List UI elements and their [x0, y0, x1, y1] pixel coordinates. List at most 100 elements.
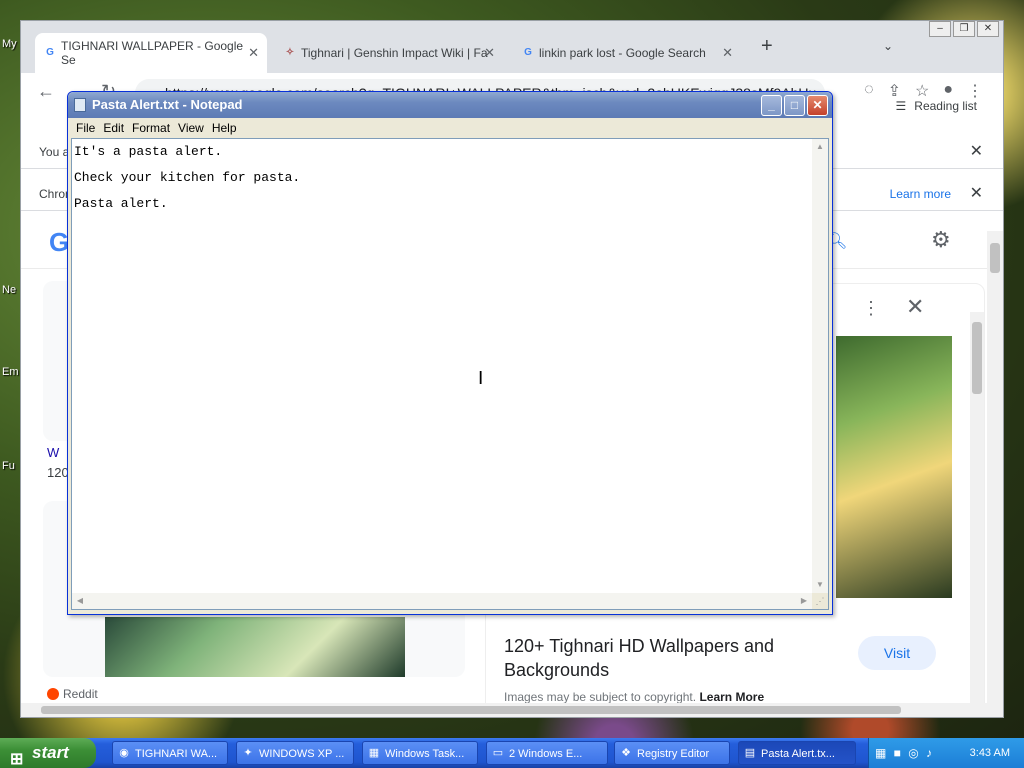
star-icon[interactable]: ☆ — [915, 81, 929, 101]
reading-list-label: Reading list — [914, 99, 977, 113]
source-label: Reddit — [63, 687, 98, 701]
window-controls: _ □ ✕ — [761, 95, 828, 116]
taskbar-item-task-manager[interactable]: ▦ Windows Task... — [362, 741, 478, 765]
close-icon[interactable]: ✕ — [906, 294, 924, 320]
scroll-right-icon[interactable]: ▶ — [796, 593, 812, 609]
close-tab-icon[interactable]: ✕ — [722, 45, 733, 61]
chrome-icon: ◉ — [119, 747, 129, 759]
tab-title: TIGHNARI WALLPAPER - Google Se — [61, 39, 244, 67]
maximize-button[interactable]: □ — [784, 95, 805, 116]
resize-grip[interactable]: ⋰ — [812, 593, 828, 609]
taskmgr-icon: ▦ — [368, 747, 380, 759]
tab-linkin-park[interactable]: G linkin park lost - Google Search ✕ — [513, 33, 741, 73]
menu-format[interactable]: Format — [128, 118, 174, 138]
desktop-label: My — [2, 38, 17, 50]
window-controls: – ❐ ✕ — [929, 21, 999, 37]
page-scrollbar[interactable] — [987, 231, 1003, 703]
menu-edit[interactable]: Edit — [99, 118, 128, 138]
taskbar-item-registry[interactable]: ❖ Registry Editor — [614, 741, 730, 765]
eye-off-icon[interactable]: ◌ — [864, 81, 874, 101]
more-options-icon[interactable]: ⋮ — [862, 298, 880, 319]
menu-icon[interactable]: ⋮ — [967, 81, 983, 101]
text-line: Pasta alert. — [74, 196, 168, 211]
tab-tighnari-wallpaper[interactable]: G TIGHNARI WALLPAPER - Google Se ✕ — [35, 33, 267, 73]
reddit-icon — [47, 688, 59, 700]
window-title: Pasta Alert.txt - Notepad — [92, 97, 243, 112]
taskbar-item-label: 2 Windows E... — [509, 748, 583, 760]
panel-scrollbar[interactable] — [970, 312, 984, 712]
menu-bar: File Edit Format View Help — [68, 118, 832, 138]
infobar-text: You a — [39, 145, 70, 159]
profile-icon[interactable]: ● — [943, 81, 953, 101]
result-source: W — [47, 445, 60, 460]
restore-button[interactable]: ❐ — [953, 21, 975, 37]
text-cursor-icon: I — [478, 368, 484, 389]
result-source: Reddit — [47, 687, 98, 701]
result-image[interactable] — [105, 617, 405, 677]
text-line: Check your kitchen for pasta. — [74, 170, 301, 185]
new-tab-icon[interactable]: + — [761, 35, 773, 58]
menu-help[interactable]: Help — [208, 118, 241, 138]
horizontal-scrollbar[interactable] — [21, 703, 1003, 717]
taskbar: ⊞ start ◉ TIGHNARI WA... ✦ WINDOWS XP ... … — [0, 738, 1024, 768]
desktop-label: Ne — [2, 284, 17, 296]
desktop-label: Em — [2, 366, 19, 378]
share-icon[interactable]: ⇪ — [888, 81, 901, 101]
toolbar-icons: ◌ ⇪ ☆ ● ⋮ — [864, 81, 983, 101]
registry-icon: ❖ — [621, 747, 631, 759]
minimize-button[interactable]: _ — [761, 95, 782, 116]
chevron-down-icon[interactable]: ⌄ — [883, 39, 893, 53]
taskbar-item-label: Windows Task... — [385, 748, 465, 760]
scrollbar-thumb[interactable] — [972, 322, 982, 394]
reading-list-icon: ☰ — [895, 99, 907, 113]
notepad-titlebar[interactable]: Pasta Alert.txt - Notepad _ □ ✕ — [68, 92, 832, 118]
close-tab-icon[interactable]: ✕ — [248, 45, 259, 61]
tray-icons[interactable]: ▦ ■ ◎ ♪ — [875, 738, 934, 768]
google-icon: G — [524, 47, 532, 58]
copyright-note: Images may be subject to copyright. Lear… — [504, 690, 764, 704]
start-button[interactable]: ⊞ start — [0, 738, 96, 768]
google-icon: G — [46, 47, 54, 58]
close-tab-icon[interactable]: ✕ — [484, 45, 495, 61]
result-title[interactable]: 120 — [47, 465, 69, 480]
reading-list-button[interactable]: ☰ Reading list — [896, 99, 985, 113]
taskbar-item-label: WINDOWS XP ... — [259, 748, 345, 760]
taskbar-item-notepad[interactable]: ▤ Pasta Alert.tx... — [738, 741, 856, 765]
close-icon[interactable]: ✕ — [970, 177, 983, 211]
taskbar-item-chrome[interactable]: ◉ TIGHNARI WA... — [112, 741, 228, 765]
fandom-icon: ✧ — [285, 47, 295, 58]
close-button[interactable]: ✕ — [807, 95, 828, 116]
copyright-text: Images may be subject to copyright. — [504, 690, 697, 704]
preview-image[interactable] — [836, 336, 952, 598]
preview-title[interactable]: 120+ Tighnari HD Wallpapers and Backgrou… — [504, 634, 794, 682]
taskbar-item-windows-xp[interactable]: ✦ WINDOWS XP ... — [236, 741, 354, 765]
taskbar-item-label: Registry Editor — [637, 748, 710, 760]
gear-icon[interactable]: ⚙ — [931, 227, 951, 253]
start-label: start — [32, 743, 69, 762]
tab-strip: – ❐ ✕ G TIGHNARI WALLPAPER - Google Se ✕… — [21, 21, 1003, 73]
minimize-button[interactable]: – — [929, 21, 951, 37]
learn-more-link[interactable]: Learn More — [699, 690, 764, 704]
system-tray: ▦ ■ ◎ ♪ 3:43 AM — [868, 738, 1024, 768]
clock[interactable]: 3:43 AM — [970, 738, 1010, 768]
taskbar-item-explorer[interactable]: ▭ 2 Windows E... — [486, 741, 608, 765]
scrollbar-thumb[interactable] — [990, 243, 1000, 273]
scrollbar-thumb[interactable] — [41, 706, 901, 714]
menu-file[interactable]: File — [72, 118, 99, 138]
vertical-scrollbar[interactable]: ▲ ▼ — [812, 139, 828, 593]
close-button[interactable]: ✕ — [977, 21, 999, 37]
tab-tighnari-wiki[interactable]: ✧ Tighnari | Genshin Impact Wiki | Fa ✕ — [275, 33, 503, 73]
editor-content: It's a pasta alert. Check your kitchen f… — [74, 139, 300, 217]
windows-logo-icon: ⊞ — [10, 751, 24, 768]
back-icon[interactable]: ← — [37, 81, 55, 102]
horizontal-scrollbar[interactable]: ◀ ▶ — [72, 593, 812, 609]
scroll-left-icon[interactable]: ◀ — [72, 593, 88, 609]
scroll-down-icon[interactable]: ▼ — [812, 577, 828, 593]
learn-more-link[interactable]: Learn more — [890, 177, 951, 211]
menu-view[interactable]: View — [174, 118, 208, 138]
scroll-up-icon[interactable]: ▲ — [812, 139, 828, 155]
text-editor[interactable]: It's a pasta alert. Check your kitchen f… — [71, 138, 829, 610]
taskbar-item-label: TIGHNARI WA... — [135, 748, 218, 760]
close-icon[interactable]: ✕ — [970, 135, 983, 169]
visit-button[interactable]: Visit — [858, 636, 936, 670]
